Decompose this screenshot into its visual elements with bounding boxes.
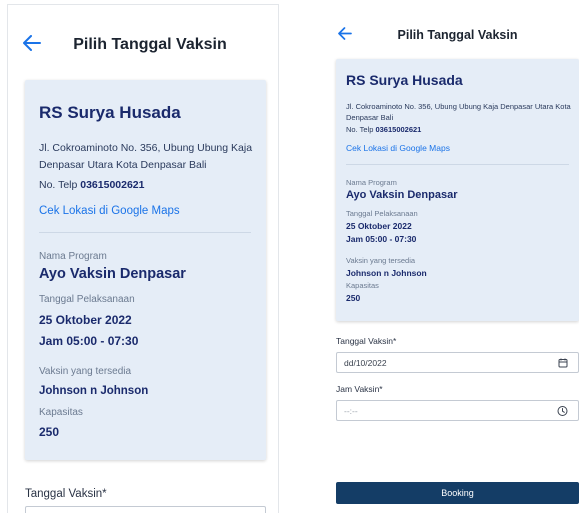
capacity-label: Kapasitas — [39, 407, 83, 418]
hospital-name: RS Surya Husada — [346, 72, 463, 88]
time-input-value: --:-- — [344, 405, 358, 416]
program-date: 25 Oktober 2022 — [39, 313, 132, 327]
program-date: 25 Oktober 2022 — [346, 221, 412, 231]
date-input[interactable] — [25, 506, 266, 513]
hospital-info-card: RS Surya Husada Jl. Cokroaminoto No. 356… — [25, 80, 266, 460]
divider — [39, 232, 251, 233]
google-maps-link[interactable]: Cek Lokasi di Google Maps — [39, 205, 180, 217]
vaccine-label: Vaksin yang tersedia — [39, 366, 132, 377]
program-name-label: Nama Program — [39, 251, 107, 262]
hospital-address: Jl. Cokroaminoto No. 356, Ubung Ubung Ka… — [346, 102, 571, 122]
capacity-value: 250 — [346, 293, 361, 303]
hospital-phone: No. Telp 03615002621 — [39, 179, 145, 191]
capacity-label: Kapasitas — [346, 281, 379, 290]
divider — [346, 164, 569, 165]
app-bar: Pilih Tanggal Vaksin — [8, 5, 278, 83]
date-field-label: Tanggal Vaksin* — [25, 488, 107, 500]
program-name-label: Nama Program — [346, 178, 397, 187]
right-phone-screen: Pilih Tanggal Vaksin RS Surya Husada Jl.… — [318, 4, 579, 513]
program-name: Ayo Vaksin Denpasar — [346, 189, 458, 201]
time-field-label: Jam Vaksin* — [336, 384, 383, 394]
hospital-name: RS Surya Husada — [39, 103, 181, 122]
capacity-value: 250 — [39, 425, 60, 439]
phone-number: 03615002621 — [80, 179, 145, 191]
program-name: Ayo Vaksin Denpasar — [39, 266, 186, 282]
date-input[interactable]: dd/10/2022 — [336, 352, 579, 373]
program-time: Jam 05:00 - 07:30 — [39, 334, 139, 348]
time-input[interactable]: --:-- — [336, 400, 579, 421]
vaccine-name: Johnson n Johnson — [39, 385, 149, 397]
page-title: Pilih Tanggal Vaksin — [73, 36, 227, 53]
vaccine-label: Vaksin yang tersedia — [346, 256, 416, 265]
app-bar: Pilih Tanggal Vaksin — [318, 4, 579, 60]
program-time: Jam 05:00 - 07:30 — [346, 234, 417, 244]
page-title: Pilih Tanggal Vaksin — [397, 28, 518, 42]
phone-number: 03615002621 — [375, 125, 422, 134]
clock-icon[interactable] — [557, 405, 568, 416]
left-phone-screen: Pilih Tanggal Vaksin RS Surya Husada Jl.… — [7, 4, 279, 513]
booking-button[interactable]: Booking — [336, 482, 579, 504]
hospital-phone: No. Telp 03615002621 — [346, 125, 421, 134]
vaccine-name: Johnson n Johnson — [346, 268, 427, 278]
hospital-info-card: RS Surya Husada Jl. Cokroaminoto No. 356… — [336, 59, 579, 321]
date-field-label: Tanggal Vaksin* — [336, 336, 397, 346]
date-input-value: dd/10/2022 — [344, 357, 387, 368]
program-date-label: Tanggal Pelaksanaan — [346, 209, 418, 218]
phone-prefix: No. Telp — [39, 179, 81, 191]
calendar-icon[interactable] — [558, 358, 568, 368]
google-maps-link[interactable]: Cek Lokasi di Google Maps — [346, 143, 450, 153]
hospital-address: Jl. Cokroaminoto No. 356, Ubung Ubung Ka… — [39, 142, 253, 171]
phone-prefix: No. Telp — [346, 125, 376, 134]
program-date-label: Tanggal Pelaksanaan — [39, 294, 135, 305]
